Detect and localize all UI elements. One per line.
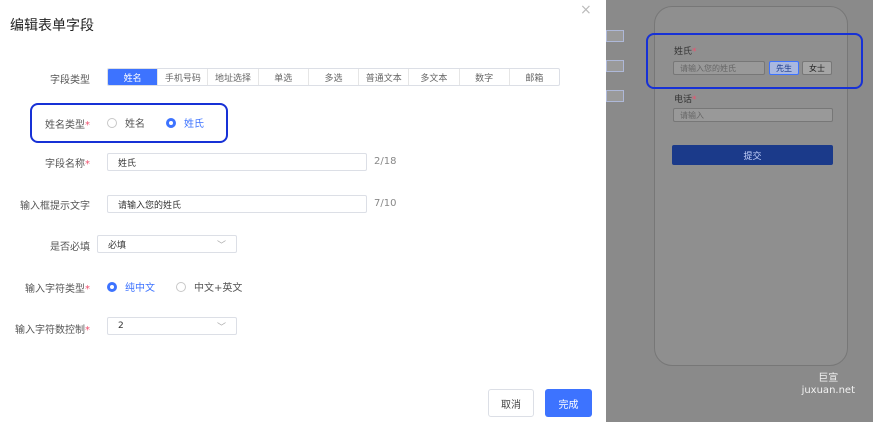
required-mark: *	[85, 325, 90, 336]
field-type-label: 字段类型	[50, 75, 90, 86]
char-count-select-value: 2	[118, 321, 124, 331]
radio-circle-icon	[176, 281, 186, 292]
required-mark: *	[85, 284, 90, 295]
name-type-radio-surname[interactable]: 姓氏	[166, 115, 204, 130]
name-type-radio-full[interactable]: 姓名	[107, 115, 145, 130]
watermark: 巨宣 juxuan.net	[802, 373, 855, 397]
watermark-line1: 巨宣	[818, 373, 839, 384]
preview-highlight-box	[646, 33, 863, 89]
background-button	[606, 30, 624, 42]
preview-phone-input: 请输入	[673, 108, 833, 122]
field-type-option-mobile[interactable]: 手机号码	[158, 69, 209, 85]
required-label: 是否必填	[50, 242, 90, 253]
field-type-option-multi-choice[interactable]: 多选	[309, 69, 360, 85]
char-count-label-text: 输入字符数控制	[15, 325, 85, 336]
placeholder-text-input[interactable]: 请输入您的姓氏	[107, 195, 367, 213]
char-type-label-text: 输入字符类型	[25, 284, 85, 295]
watermark-line2: juxuan.net	[801, 385, 855, 396]
char-type-label: 输入字符类型*	[0, 280, 90, 295]
field-type-option-text[interactable]: 普通文本	[359, 69, 410, 85]
preview-phone-label-text: 电话	[674, 95, 693, 105]
chevron-down-icon: ﹀	[216, 240, 226, 251]
required-select[interactable]: 必填 ﹀	[97, 235, 237, 253]
preview-phone-label: 电话*	[674, 92, 697, 105]
radio-label: 纯中文	[125, 283, 155, 294]
char-type-radio-chinese[interactable]: 纯中文	[107, 279, 155, 294]
preview-submit-button: 提交	[672, 145, 833, 165]
required-select-value: 必填	[108, 240, 127, 251]
placeholder-text-label: 输入框提示文字	[20, 201, 90, 212]
field-name-counter: 2/18	[374, 156, 397, 167]
field-type-option-number[interactable]: 数字	[460, 69, 510, 85]
name-type-label-text: 姓名类型	[45, 120, 85, 131]
chevron-down-icon: ﹀	[216, 322, 226, 333]
char-count-label: 输入字符数控制*	[0, 321, 90, 336]
cancel-button[interactable]: 取消	[488, 389, 534, 417]
field-type-option-email[interactable]: 邮箱	[510, 69, 559, 85]
field-type-option-address[interactable]: 地址选择	[208, 69, 259, 85]
field-type-segmented-control: 姓名 手机号码 地址选择 单选 多选 普通文本 多文本 数字 邮箱	[107, 68, 560, 86]
radio-checked-icon	[166, 117, 176, 128]
done-button[interactable]: 完成	[545, 389, 592, 417]
field-name-label: 字段名称*	[30, 155, 90, 170]
radio-label: 中文+英文	[194, 283, 243, 294]
radio-checked-icon	[107, 281, 117, 292]
name-type-label: 姓名类型*	[30, 116, 90, 131]
radio-label: 姓名	[125, 119, 145, 130]
close-icon[interactable]: ×	[580, 2, 592, 18]
background-button	[606, 90, 624, 102]
required-mark: *	[692, 95, 697, 105]
field-type-option-single-choice[interactable]: 单选	[259, 69, 309, 85]
char-type-radio-chinese-english[interactable]: 中文+英文	[176, 279, 242, 294]
required-mark: *	[85, 120, 90, 131]
field-name-label-text: 字段名称	[45, 159, 85, 170]
edit-form-field-dialog: 编辑表单字段 × 字段类型 姓名 手机号码 地址选择 单选 多选 普通文本 多文…	[0, 0, 606, 422]
radio-circle-icon	[107, 117, 117, 128]
radio-label: 姓氏	[184, 119, 204, 130]
field-name-input[interactable]: 姓氏	[107, 153, 367, 171]
required-mark: *	[85, 159, 90, 170]
char-count-select[interactable]: 2 ﹀	[107, 317, 237, 335]
field-type-option-name[interactable]: 姓名	[108, 69, 159, 85]
dialog-title: 编辑表单字段	[10, 18, 94, 34]
placeholder-text-counter: 7/10	[374, 198, 397, 209]
background-button	[606, 60, 624, 72]
field-type-option-multi-text[interactable]: 多文本	[409, 69, 460, 85]
